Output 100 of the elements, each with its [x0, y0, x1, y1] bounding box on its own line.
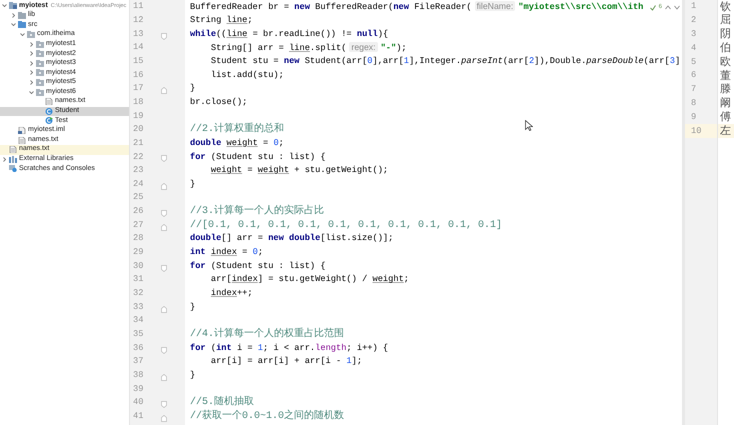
line-number: 32 [133, 287, 144, 300]
line-number: 14 [133, 41, 144, 54]
package-icon [36, 50, 44, 58]
code-line: //4.计算每一个人的权重占比范围 [190, 327, 344, 342]
package-icon [36, 40, 44, 48]
package-icon [36, 79, 44, 86]
text-line: 董 [719, 68, 732, 83]
fold-marker-icon[interactable] [161, 414, 167, 422]
scratches-icon [9, 165, 17, 172]
line-number: 19 [133, 110, 144, 123]
code-line: arr[i] = arr[i] + arr[i - 1]; [210, 355, 362, 368]
mouse-cursor-icon [525, 120, 533, 131]
text-line: 傅 [719, 110, 732, 124]
code-line: } [190, 300, 196, 314]
chevron-right-icon[interactable] [2, 156, 7, 162]
module-folder-icon [9, 2, 17, 10]
fold-marker-icon[interactable] [161, 306, 167, 313]
line-number: 36 [133, 342, 144, 355]
line-number: 17 [133, 82, 144, 96]
folder-icon [18, 12, 26, 19]
fold-marker-icon[interactable] [161, 346, 167, 354]
package-icon [27, 31, 35, 38]
line-number: 3 [690, 28, 698, 41]
text-line: 欧 [719, 55, 732, 69]
code-line: double weight = 0; [190, 136, 284, 150]
line-number: 6 [690, 69, 698, 82]
chevron-down-icon[interactable] [2, 3, 7, 8]
line-number: 13 [133, 28, 144, 41]
code-line: } [190, 369, 196, 382]
code-line: list.add(stu); [210, 68, 284, 82]
fold-marker-icon[interactable] [161, 224, 167, 231]
line-number: 40 [133, 396, 144, 410]
line-number: 12 [133, 14, 144, 27]
fold-marker-icon[interactable] [161, 210, 167, 218]
module-file-icon [18, 127, 26, 134]
line-number: 2 [690, 14, 698, 28]
line-number: 35 [133, 328, 144, 342]
code-line: for (Student stu : list) { [190, 150, 326, 164]
code-line: } [190, 178, 196, 191]
line-number: 29 [133, 246, 144, 260]
library-icon [9, 156, 17, 163]
text-line: 屈 [719, 14, 732, 28]
code-line: int index = 0; [190, 246, 264, 260]
fold-marker-icon[interactable] [161, 182, 167, 190]
code-line: //[0.1, 0.1, 0.1, 0.1, 0.1, 0.1, 0.1, 0.1, 0.1, 0.1] [190, 218, 502, 233]
line-number: 23 [133, 164, 144, 178]
fold-marker-icon[interactable] [161, 264, 167, 272]
chevron-up-icon[interactable] [665, 5, 671, 10]
line-number: 26 [133, 205, 144, 218]
text-line: 阚 [719, 96, 732, 110]
line-number: 10 [685, 124, 717, 138]
chevron-down-icon[interactable] [29, 90, 34, 95]
code-line: index++; [210, 287, 253, 300]
line-number: 20 [133, 123, 144, 136]
folder-icon [18, 21, 26, 28]
class-icon [45, 108, 53, 115]
line-number: 18 [133, 96, 144, 109]
text-file-icon [45, 98, 53, 106]
code-line: String[] arr = line.split( regex: "-"); [210, 40, 407, 55]
fold-marker-icon[interactable] [161, 401, 167, 408]
line-number: 9 [690, 110, 698, 124]
line-number: 25 [133, 191, 144, 204]
line-number: 39 [133, 382, 144, 396]
line-number: 8 [690, 96, 698, 110]
line-number: 41 [133, 410, 144, 423]
code-line: br.close(); [190, 96, 248, 109]
line-number: 34 [133, 314, 144, 328]
package-icon [36, 88, 44, 96]
line-number: 31 [133, 273, 144, 286]
line-number: 38 [133, 369, 144, 382]
line-number: 33 [133, 300, 144, 314]
fold-marker-icon[interactable] [161, 155, 167, 162]
chevron-down-icon[interactable] [674, 5, 680, 10]
code-line: //5.随机抽取 [190, 395, 254, 410]
text-line: 钦 [719, 0, 732, 14]
line-number: 16 [133, 68, 144, 82]
line-number: 11 [133, 0, 144, 14]
fold-marker-icon[interactable] [161, 32, 167, 40]
text-line: 滕 [719, 82, 732, 97]
code-line: String line; [190, 14, 253, 27]
line-number: 1 [690, 0, 698, 14]
line-number: 22 [133, 150, 144, 164]
check-icon[interactable] [650, 4, 656, 10]
line-number: 37 [133, 355, 144, 368]
package-icon [36, 69, 44, 76]
chevron-right-icon[interactable] [11, 12, 16, 18]
code-line: arr[index] = stu.getWeight() / weight; [210, 273, 409, 286]
text-line: 阴 [719, 28, 732, 42]
text-file-icon [9, 146, 17, 154]
line-number: 28 [133, 232, 144, 246]
fold-marker-icon[interactable] [161, 374, 167, 381]
code-line: for (Student stu : list) { [190, 260, 326, 273]
code-line: double[] arr = new double[list.size()]; [190, 232, 394, 246]
line-number: 7 [690, 83, 698, 96]
code-line: } [190, 82, 196, 96]
code-line: //获取一个0.0~1.0之间的随机数 [190, 409, 344, 424]
code-line: for (int i = 1; i < arr.length; i++) { [190, 342, 388, 355]
text-file-icon [18, 136, 26, 144]
fold-marker-icon[interactable] [161, 87, 167, 94]
text-line: 伯 [719, 41, 732, 56]
